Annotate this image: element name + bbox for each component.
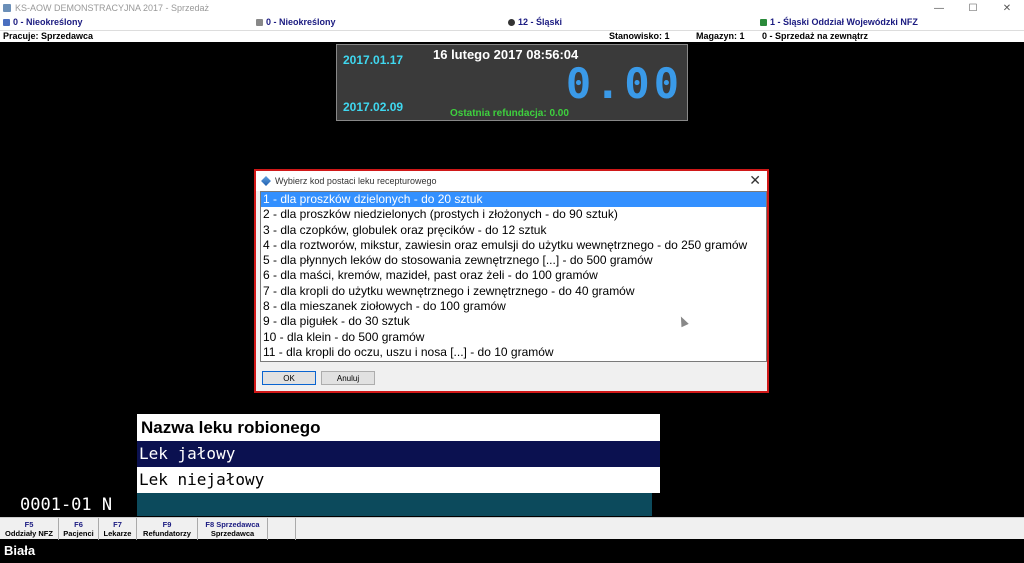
fkey-f5-button[interactable]: F5 Oddziały NFZ: [0, 518, 59, 540]
list-item[interactable]: 7 - dla kropli do użytku wewnętrznego i …: [261, 284, 766, 299]
dialog-titlebar: Wybierz kod postaci leku recepturowego ✕: [256, 171, 767, 191]
function-key-bar: F5 Oddziały NFZ F6 Pacjenci F7 Lekarze F…: [0, 517, 1024, 540]
bottom-label: Biała: [4, 543, 36, 558]
close-button[interactable]: ✕: [990, 0, 1024, 16]
drug-form-list[interactable]: 1 - dla proszków dzielonych - do 20 sztu…: [260, 191, 767, 362]
option-sterile-drug[interactable]: Lek jałowy: [137, 441, 660, 467]
ok-button[interactable]: OK: [262, 371, 316, 385]
fkey-key: F7: [113, 520, 122, 529]
input-strip: [137, 493, 652, 516]
dialog-icon: [261, 176, 271, 186]
info-cell-1-label: 0 - Nieokreślony: [13, 17, 83, 27]
info-cell-4-label: 1 - Śląski Oddział Wojewódzki NFZ: [770, 17, 918, 27]
operator-label: Pracuje: Sprzedawca: [3, 31, 94, 41]
fkey-f8-button[interactable]: F8 Sprzedawca Sprzedawca: [198, 518, 268, 540]
info-cell-3[interactable]: 12 - Śląski: [508, 17, 562, 27]
list-item[interactable]: 5 - dla płynnych leków do stosowania zew…: [261, 253, 766, 268]
info-cell-2[interactable]: 0 - Nieokreślony: [256, 17, 336, 27]
list-item[interactable]: 8 - dla mieszanek ziołowych - do 100 gra…: [261, 299, 766, 314]
fkey-key: F8 Sprzedawca: [205, 520, 260, 529]
app-icon: [3, 4, 11, 12]
window-controls: — ☐ ✕: [922, 0, 1024, 16]
total-amount: 0.00: [565, 59, 683, 108]
current-datetime: 16 lutego 2017 08:56:04: [433, 47, 579, 62]
drug-panel-title: Nazwa leku robionego: [141, 418, 321, 437]
info-row-bottom: Pracuje: Sprzedawca Stanowisko: 1 Magazy…: [0, 30, 1024, 42]
list-item[interactable]: 9 - dla pigułek - do 30 sztuk: [261, 314, 766, 329]
list-item[interactable]: 6 - dla maści, kremów, mazideł, past ora…: [261, 268, 766, 283]
fkey-label: Pacjenci: [63, 529, 94, 538]
person-icon: [3, 18, 10, 26]
workstation-label: Stanowisko: 1: [609, 31, 670, 41]
fkey-label: Sprzedawca: [210, 529, 255, 538]
drug-form-dialog: Wybierz kod postaci leku recepturowego ✕…: [254, 169, 769, 393]
fkey-key: F9: [162, 520, 172, 529]
window-titlebar: KS-AOW DEMONSTRACYJNA 2017 - Sprzedaż — …: [0, 0, 1024, 16]
date-from: 2017.01.17: [343, 53, 404, 67]
last-refund: Ostatnia refundacja: 0.00: [450, 108, 569, 119]
option-non-sterile-drug[interactable]: Lek niejałowy: [137, 467, 660, 493]
list-item[interactable]: 4 - dla roztworów, mikstur, zawiesin ora…: [261, 238, 766, 253]
maximize-button[interactable]: ☐: [956, 0, 990, 16]
fkey-empty: [268, 518, 296, 540]
info-cell-1[interactable]: 0 - Nieokreślony: [3, 17, 83, 27]
sale-type-label: 0 - Sprzedaż na zewnątrz: [762, 31, 869, 41]
drug-type-panel: Nazwa leku robionego Lek jałowy Lek niej…: [137, 414, 660, 493]
list-item[interactable]: 3 - dla czopków, globulek oraz pręcików …: [261, 223, 766, 238]
nfz-icon: [760, 18, 767, 26]
info-cell-2-label: 0 - Nieokreślony: [266, 17, 336, 27]
info-cell-3-label: 12 - Śląski: [518, 17, 563, 27]
list-item[interactable]: 2 - dla proszków niedzielonych (prostych…: [261, 207, 766, 222]
list-item[interactable]: 1 - dla proszków dzielonych - do 20 sztu…: [261, 192, 766, 208]
fkey-label: Lekarze: [103, 529, 132, 538]
date-to: 2017.02.09: [343, 100, 404, 114]
status-code: 0001-01 N: [20, 495, 113, 515]
list-item[interactable]: 11 - dla kropli do oczu, uszu i nosa [..…: [261, 345, 766, 360]
dialog-buttons: OK Anuluj: [256, 363, 767, 391]
warehouse-label: Magazyn: 1: [696, 31, 745, 41]
fkey-f9-button[interactable]: F9 Refundatorzy: [137, 518, 198, 540]
fkey-f7-button[interactable]: F7 Lekarze: [99, 518, 137, 540]
list-item[interactable]: 10 - dla klein - do 500 gramów: [261, 330, 766, 345]
minimize-button[interactable]: —: [922, 0, 956, 16]
dialog-title: Wybierz kod postaci leku recepturowego: [275, 176, 437, 186]
fkey-key: F6: [74, 520, 83, 529]
dialog-close-button[interactable]: ✕: [749, 172, 761, 189]
fkey-f6-button[interactable]: F6 Pacjenci: [59, 518, 99, 540]
fkey-key: F5: [24, 520, 34, 529]
cancel-button[interactable]: Anuluj: [321, 371, 375, 385]
fkey-label: Oddziały NFZ: [5, 529, 53, 538]
cash-display: 2017.01.17 16 lutego 2017 08:56:04 0.00 …: [336, 44, 688, 121]
window-title: KS-AOW DEMONSTRACYJNA 2017 - Sprzedaż: [15, 3, 210, 13]
document-icon: [256, 18, 263, 26]
info-row-top: 0 - Nieokreślony 0 - Nieokreślony 12 - Ś…: [0, 16, 1024, 30]
bottom-bar: Biała: [0, 540, 1024, 563]
info-cell-4[interactable]: 1 - Śląski Oddział Wojewódzki NFZ: [760, 17, 918, 27]
fkey-label: Refundatorzy: [143, 529, 191, 538]
gear-icon: [508, 18, 515, 26]
